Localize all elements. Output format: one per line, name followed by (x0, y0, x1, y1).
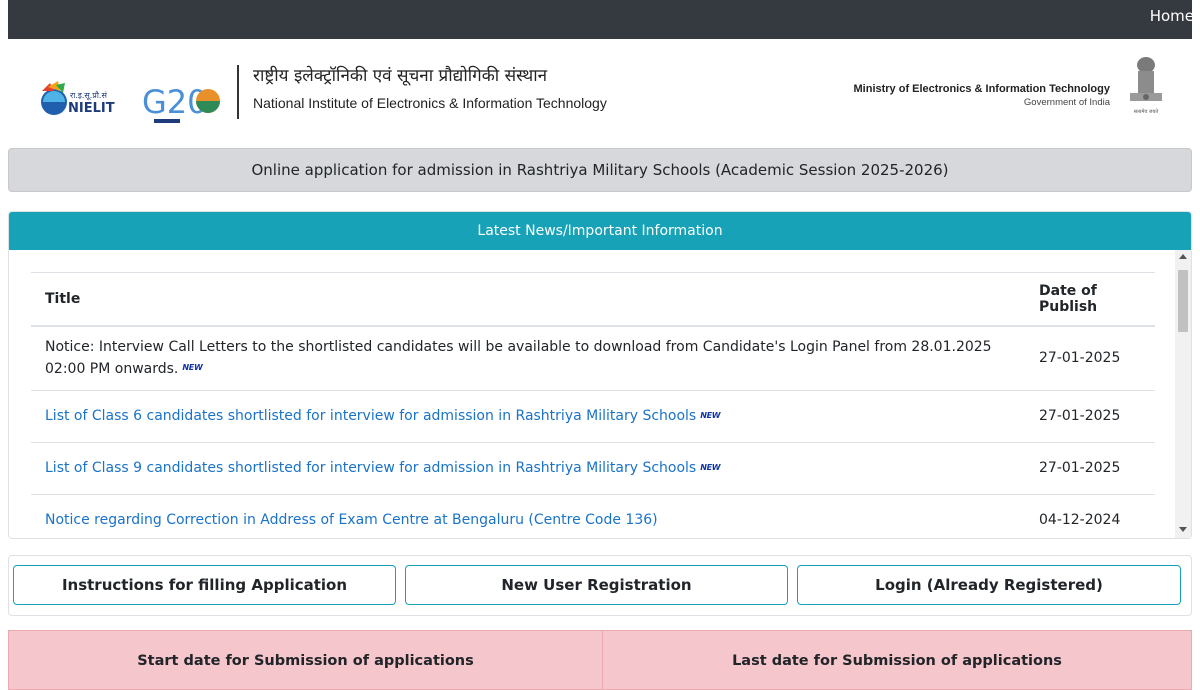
table-row: List of Class 9 candidates shortlisted f… (31, 442, 1155, 496)
news-title-cell: Notice regarding Correction in Address o… (31, 494, 1025, 538)
header-divider (237, 65, 239, 119)
nielit-hindi-text: रा.इ.सू.प्रौ.सं (70, 90, 107, 101)
news-scrollbar[interactable] (1175, 250, 1191, 538)
ministry-name: Ministry of Electronics & Information Te… (853, 83, 1111, 95)
scrollbar-thumb[interactable] (1178, 270, 1188, 332)
new-user-registration-button[interactable]: New User Registration (405, 565, 788, 605)
ministry-block: Ministry of Electronics & Information Te… (854, 83, 1111, 108)
scroll-up-icon[interactable] (1179, 254, 1187, 259)
site-header: रा.इ.सू.प्रौ.सं NIELIT G20 राष्ट्रीय इले… (8, 39, 1192, 147)
latest-news-card: Latest News/Important Information Title … (8, 211, 1192, 539)
application-title-banner: Online application for admission in Rash… (8, 148, 1192, 192)
last-date-label: Last date for Submission of applications (732, 653, 1062, 669)
nielit-logo: रा.इ.सू.प्रौ.सं NIELIT (41, 81, 115, 116)
start-date-label: Start date for Submission of application… (137, 653, 474, 669)
login-button[interactable]: Login (Already Registered) (797, 565, 1181, 605)
g20-logo: G20 (142, 83, 220, 123)
action-button-row: Instructions for filling Application New… (8, 555, 1192, 616)
news-heading: Latest News/Important Information (9, 212, 1191, 250)
new-badge-icon: NEW (700, 461, 721, 475)
new-badge-icon: NEW (182, 362, 203, 375)
news-scroll-area[interactable]: Title Date of Publish Notice: Interview … (9, 250, 1175, 538)
news-table: Title Date of Publish Notice: Interview … (31, 272, 1155, 538)
submission-dates-table: Start date for Submission of application… (8, 630, 1192, 690)
instructions-button[interactable]: Instructions for filling Application (13, 565, 396, 605)
ministry-subtitle: Government of India (1023, 97, 1110, 108)
news-date: 27-01-2025 (1025, 326, 1155, 392)
news-title-cell: Notice: Interview Call Letters to the sh… (31, 326, 1025, 392)
news-link[interactable]: List of Class 9 candidates shortlisted f… (45, 460, 696, 476)
news-date: 27-01-2025 (1025, 390, 1155, 444)
news-title-cell: List of Class 6 candidates shortlisted f… (31, 390, 1025, 444)
news-title-cell: List of Class 9 candidates shortlisted f… (31, 442, 1025, 496)
news-date: 04-12-2024 (1025, 494, 1155, 538)
table-row: Notice regarding Correction in Address o… (31, 494, 1155, 538)
national-emblem-icon: सत्यमेव जयते (1130, 57, 1162, 115)
emblem-caption: सत्यमेव जयते (1134, 108, 1159, 115)
news-table-header-row: Title Date of Publish (31, 272, 1155, 327)
table-row: List of Class 6 candidates shortlisted f… (31, 390, 1155, 444)
home-link[interactable]: Home (1150, 7, 1194, 25)
new-badge-icon: NEW (700, 409, 721, 423)
institute-name-hindi: राष्ट्रीय इलेक्ट्रॉनिकी एवं सूचना प्रौद्… (253, 66, 548, 86)
news-link[interactable]: List of Class 6 candidates shortlisted f… (45, 408, 696, 424)
top-navbar: Home (8, 0, 1194, 39)
column-header-date: Date of Publish (1025, 272, 1155, 327)
news-link[interactable]: Notice regarding Correction in Address o… (45, 512, 658, 528)
institute-name-english: National Institute of Electronics & Info… (253, 95, 607, 111)
nielit-text: NIELIT (68, 101, 115, 116)
column-header-title: Title (31, 272, 1025, 327)
table-row: Notice: Interview Call Letters to the sh… (31, 326, 1155, 392)
news-date: 27-01-2025 (1025, 442, 1155, 496)
scroll-down-icon[interactable] (1179, 527, 1187, 532)
